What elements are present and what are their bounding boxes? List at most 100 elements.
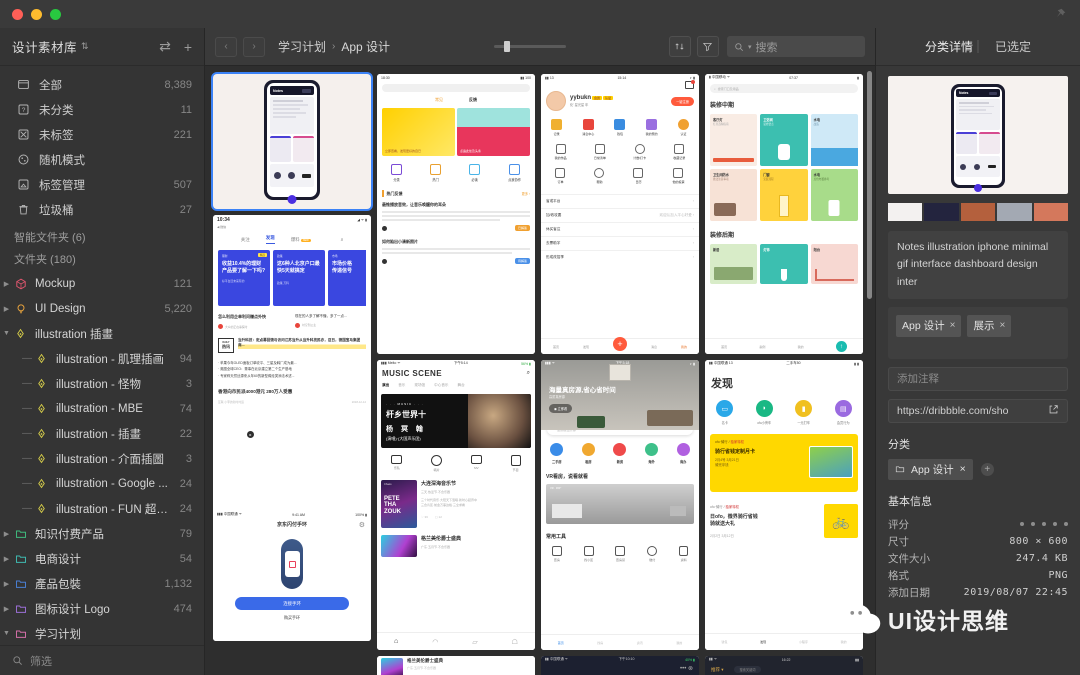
folder-item[interactable]: ▼ illustration 插畫 [0, 321, 204, 346]
remove-tag-icon[interactable]: × [999, 320, 1005, 331]
folder-item[interactable]: — illustration - Google ... 24 [0, 471, 204, 496]
folder-item[interactable]: — illustration - 介面插圖 3 [0, 446, 204, 471]
remove-category-icon[interactable]: × [960, 463, 966, 475]
close-button[interactable] [12, 8, 23, 20]
sidebar-item-all[interactable]: 全部 8,389 [0, 72, 204, 97]
search-input[interactable]: ▾ 搜索 [726, 36, 865, 57]
grid-item-report-dark-app[interactable]: ▮▮ ᯤ16:22▮▮ 推荐 ▾ 搜索关键词 英博古典报告 [705, 656, 863, 675]
category-row: App 设计 × + [888, 458, 1068, 480]
filter-input-placeholder[interactable]: 筛选 [30, 653, 52, 669]
pen-folder-icon [34, 451, 49, 466]
chevron-down-icon[interactable]: ▾ [748, 43, 752, 51]
chevron-right-icon[interactable]: ▶ [0, 605, 13, 613]
add-icon[interactable]: + [184, 39, 192, 55]
tab-selected[interactable]: 已选定 [995, 38, 1031, 55]
folder-item[interactable]: — illustration - 怪物 3 [0, 371, 204, 396]
grid-item-jd-pay-band-app[interactable]: ▮▮▮ 中国联通 ᯤ 9:41 AM 100% ▮ 京东闪付手环 ⚙ 连接手环 … [213, 511, 371, 641]
grid-item-decoration-guide-app[interactable]: ▮ 中国移动 ᯤ 07:37 ▮ ⌕ 搜索门口及用品 装修中期 客厅灯 灯具选购指南 卫… [705, 74, 863, 354]
grid-item-feedback-app[interactable]: 18:30▮▮ 100 常见反馈 立即查看，发现更好的自已 点遍此处及头条 [377, 74, 535, 354]
folder-item[interactable]: ▶ UI Design 5,220 [0, 296, 204, 321]
chevron-updown-icon[interactable]: ⇅ [81, 42, 89, 51]
grid-item-profile-center-app[interactable]: ▮▮ 13 15:14 ◐ ▮ yybukn 会员 认证 化' 星光星 年 一键注册 [541, 74, 699, 354]
chevron-right-icon[interactable]: ▶ [0, 530, 13, 538]
star-icon[interactable] [1020, 522, 1024, 527]
folder-item[interactable]: ▶ 电商设计 54 [0, 546, 204, 571]
chevron-right-icon[interactable]: ▶ [0, 580, 13, 588]
star-icon[interactable] [1042, 522, 1046, 527]
source-link-field[interactable]: https://dribbble.com/sho [888, 398, 1068, 423]
tag-chip[interactable]: 展示 × [967, 314, 1012, 337]
asset-title-note[interactable]: Notes illustration iphone minimal gif in… [888, 231, 1068, 299]
plus-circle-icon[interactable]: + [980, 462, 994, 476]
sort-toggle-icon[interactable]: ⇄ [159, 38, 171, 55]
chevron-right-icon[interactable]: ▶ [0, 280, 13, 288]
grid-item-finance-news-app[interactable]: 10:34 ◢ ᯤ ▮ ◀ 微信 关注 发现 爆料 NEW ⌕ 理财 精选 收益… [213, 215, 371, 545]
folder-item[interactable]: — illustration - 肌理插画 94 [0, 346, 204, 371]
sidebar-filter-bar[interactable]: 筛选 [0, 645, 204, 675]
forward-button[interactable]: › [243, 36, 265, 57]
pin-icon[interactable] [1054, 8, 1066, 20]
minimize-button[interactable] [31, 8, 42, 20]
preview-thumbnail[interactable]: Notes [888, 76, 1068, 194]
annotation-input[interactable]: 添加注释 [888, 366, 1068, 391]
star-icon[interactable] [1064, 522, 1068, 527]
folder-icon [13, 526, 28, 541]
details-body: Notes Notes illustration iphone minimal … [876, 66, 1080, 675]
palette-swatch[interactable] [888, 203, 923, 221]
back-button[interactable]: ‹ [215, 36, 237, 57]
breadcrumb-item-current[interactable]: App 设计 [341, 38, 390, 55]
grid-item-real-estate-app[interactable]: ▮▮▮ ᯤ下午3:18◐ ▮ 海量真房源,省心省时间 高质真房源 ◉ 立即看 ⌕… [541, 360, 699, 650]
chevron-right-icon[interactable]: ▶ [0, 555, 13, 563]
chevron-right-icon[interactable]: ▶ [0, 305, 13, 313]
palette-swatch[interactable] [924, 203, 959, 221]
sidebar-item-trash[interactable]: 垃圾桶 27 [0, 197, 204, 222]
category-chip[interactable]: App 设计 × [888, 458, 973, 480]
tag-chip[interactable]: App 设计 × [896, 314, 962, 337]
thumbnail-grid-container[interactable]: Notes 18:30 ▮▮ 100 常见 反馈 立即查看，发现更好的自已 点遍… [205, 66, 875, 675]
filter-funnel-icon[interactable] [696, 36, 719, 57]
sidebar-item-tag-manager[interactable]: 标签管理 507 [0, 172, 204, 197]
zoom-button[interactable] [50, 8, 61, 20]
zoom-slider-knob[interactable] [503, 41, 510, 52]
folder-item[interactable]: ▶ 图标设计 Logo 474 [0, 596, 204, 621]
star-icon[interactable] [1031, 522, 1035, 527]
library-header[interactable]: 设计素材库 ⇅ ⇄ + [0, 28, 204, 66]
folder-item[interactable]: — illustration - FUN 超爆... 24 [0, 496, 204, 521]
breadcrumb-item-parent[interactable]: 学习计划 [278, 38, 326, 55]
folder-item[interactable]: ▼ 学习计划 [0, 621, 204, 645]
sort-icon[interactable] [668, 36, 691, 57]
external-link-icon[interactable] [1048, 404, 1059, 418]
rating-stars[interactable] [1020, 522, 1068, 527]
star-icon[interactable] [1053, 522, 1057, 527]
folder-item[interactable]: ▶ Mockup 121 [0, 271, 204, 296]
tag-manager-icon [16, 177, 31, 192]
folder-item[interactable]: ▶ 知识付费产品 79 [0, 521, 204, 546]
sidebar-item-uncategorized[interactable]: ? 未分类 11 [0, 97, 204, 122]
grid-item-notes-illustration-iphone[interactable]: Notes [211, 72, 373, 211]
svg-text:?: ? [22, 107, 26, 114]
folder-icon [13, 276, 28, 291]
folder-item[interactable]: — illustration - MBE 74 [0, 396, 204, 421]
grid-scrollbar[interactable] [867, 71, 872, 299]
palette-swatch[interactable] [997, 203, 1032, 221]
chevron-down-icon[interactable]: ▼ [0, 630, 13, 637]
zoom-slider[interactable] [493, 41, 566, 52]
chevron-down-icon[interactable]: ▼ [0, 330, 13, 337]
grid-item-music-scene-app[interactable]: ▮▮▮ Meito ᯤ 下午5:14 56% ▮ MUSIC SCENE ⌕ 演出音… [377, 360, 535, 650]
folder-item[interactable]: — illustration - 插畫 22 [0, 421, 204, 446]
sidebar-item-random-mode[interactable]: 随机模式 [0, 147, 204, 172]
palette-swatch[interactable] [1033, 203, 1069, 221]
folder-label: illustration - 肌理插画 [56, 353, 164, 366]
tags-container[interactable]: App 设计 × 展示 × [888, 306, 1068, 359]
folder-item[interactable]: ▶ 產品包裝 1,132 [0, 571, 204, 596]
zoom-slider-track[interactable] [493, 41, 566, 52]
grid-item-discover-ofo-app[interactable]: ▮▮ 中国联通 13 二手车50 ▮ ▮ 发现 ▭ 名卡 ◗ ofo小黄车 ▮ 一元打车 … [705, 360, 863, 650]
sidebar-item-untagged[interactable]: 未标签 221 [0, 122, 204, 147]
folder-count: 24 [179, 477, 192, 490]
tab-category-details[interactable]: 分类详情 [925, 38, 973, 55]
grid-item-dark-app-bottom[interactable]: ▮▮ 中国联通 ᯤ 下午10:10 40% ▮ ••• ⊗ [541, 656, 699, 675]
remove-tag-icon[interactable]: × [950, 320, 956, 331]
palette-swatch[interactable] [960, 203, 996, 221]
grid-item-music-scene-bottom[interactable]: 格兰美伦爵士盛典广东·五月节·不合乐器 ⌂◠ ▱☖ [377, 656, 535, 675]
folder-count: 3 [185, 452, 192, 465]
